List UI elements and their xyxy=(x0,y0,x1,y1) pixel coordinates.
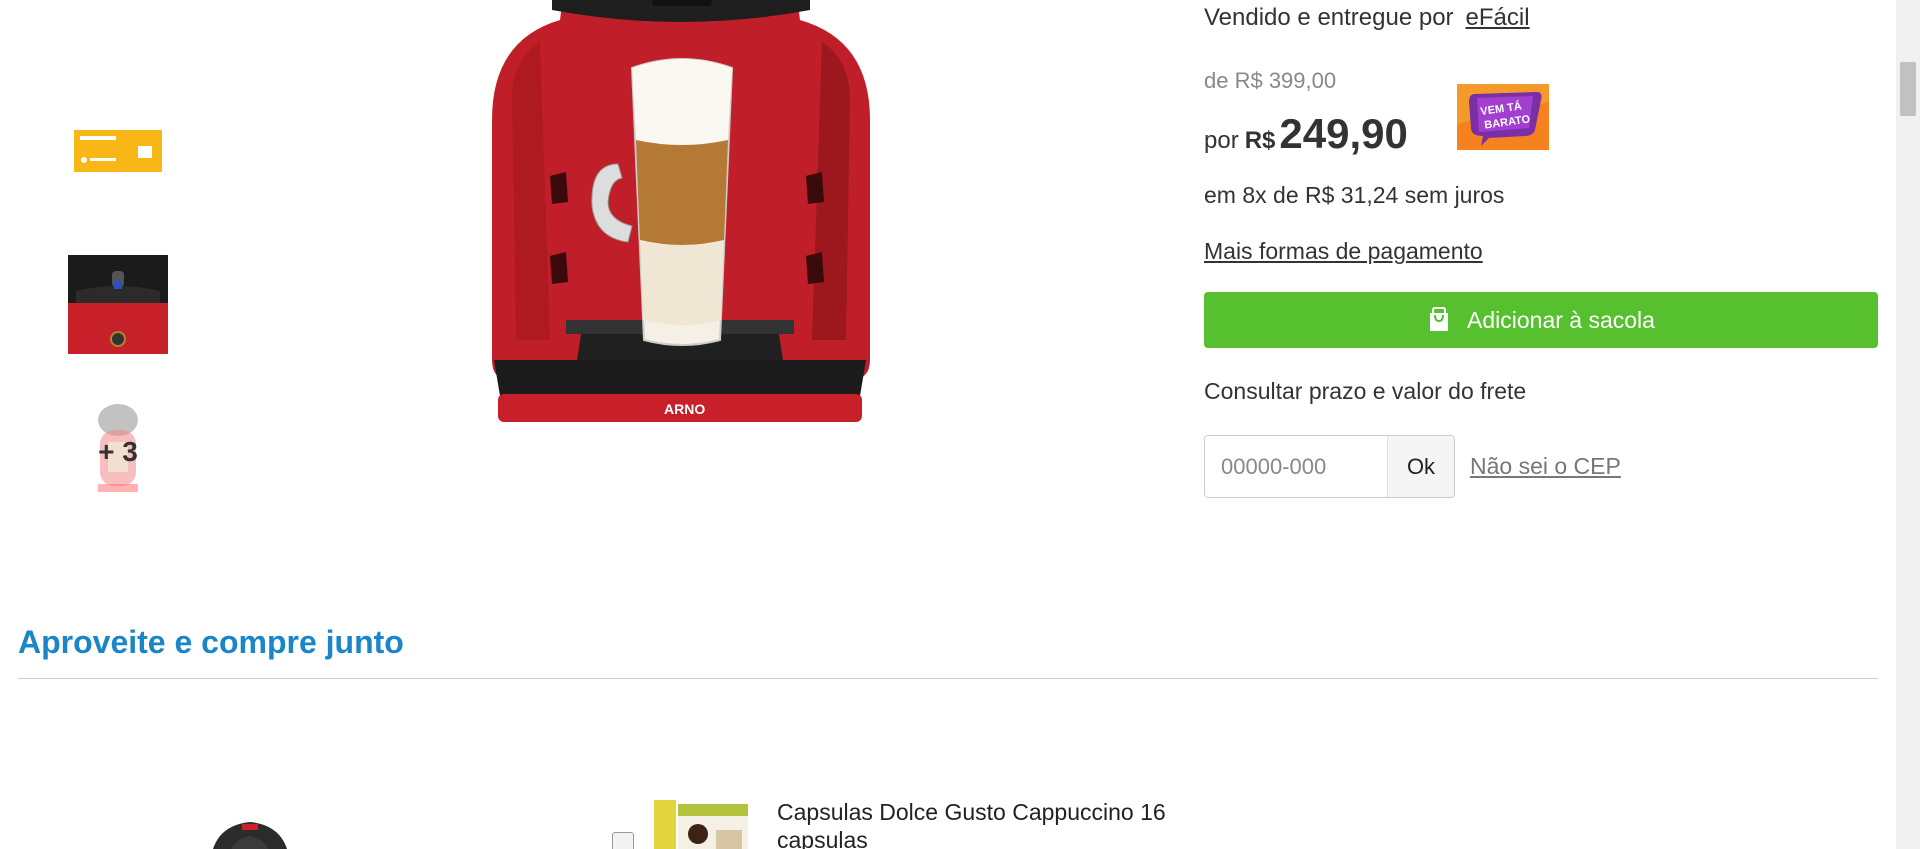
installments-text: em 8x de R$ 31,24 sem juros xyxy=(1204,182,1505,208)
shopping-bag-icon xyxy=(1427,307,1451,333)
capsule-box-image xyxy=(654,800,750,849)
page-scrollbar[interactable] xyxy=(1896,0,1920,849)
buy-together-title: Aproveite e compre junto xyxy=(18,624,404,660)
buy-together-product-image xyxy=(150,810,350,849)
thumbnail-machine-detail[interactable] xyxy=(68,255,168,354)
seller-link[interactable]: eFácil xyxy=(1466,4,1530,31)
brand-logo-text: ARNO xyxy=(664,401,705,417)
price-currency: R$ xyxy=(1244,127,1276,154)
more-images-count: + 3 xyxy=(98,436,138,467)
thumbnail-machine-top[interactable] xyxy=(68,0,168,48)
sold-by-text: Vendido e entregue por xyxy=(1204,4,1454,31)
scrollbar-thumb[interactable] xyxy=(1900,62,1916,116)
main-product-image: ARNO xyxy=(370,0,990,500)
buy-together-item-name[interactable]: Capsulas Dolce Gusto Cappuccino 16 capsu… xyxy=(777,798,1177,849)
buy-together-checkbox[interactable] xyxy=(612,832,634,849)
add-to-bag-label: Adicionar à sacola xyxy=(1467,306,1655,333)
price-value: 249,90 xyxy=(1279,110,1408,157)
cep-help-link[interactable]: Não sei o CEP xyxy=(1470,453,1621,480)
freight-label: Consultar prazo e valor do frete xyxy=(1204,378,1527,404)
thumbnail-more-images[interactable]: + 3 xyxy=(68,402,168,502)
add-to-bag-button[interactable]: Adicionar à sacola xyxy=(1204,292,1878,348)
old-price: de R$ 399,00 xyxy=(1204,68,1337,93)
cep-ok-button[interactable]: Ok xyxy=(1387,436,1454,497)
sold-by-line: Vendido e entregue por eFácil xyxy=(1204,4,1530,32)
promo-badge: VEM TÁ BARATO xyxy=(1457,84,1549,150)
current-price: por R$249,90 xyxy=(1204,110,1408,158)
more-payment-options-link[interactable]: Mais formas de pagamento xyxy=(1204,238,1483,265)
cep-input[interactable] xyxy=(1205,436,1387,497)
thumbnail-warranty-card[interactable] xyxy=(68,102,168,202)
price-prefix: por xyxy=(1204,127,1239,154)
section-divider xyxy=(18,678,1878,679)
cep-form: Ok Não sei o CEP xyxy=(1204,435,1621,498)
cep-input-group: Ok xyxy=(1204,435,1455,498)
